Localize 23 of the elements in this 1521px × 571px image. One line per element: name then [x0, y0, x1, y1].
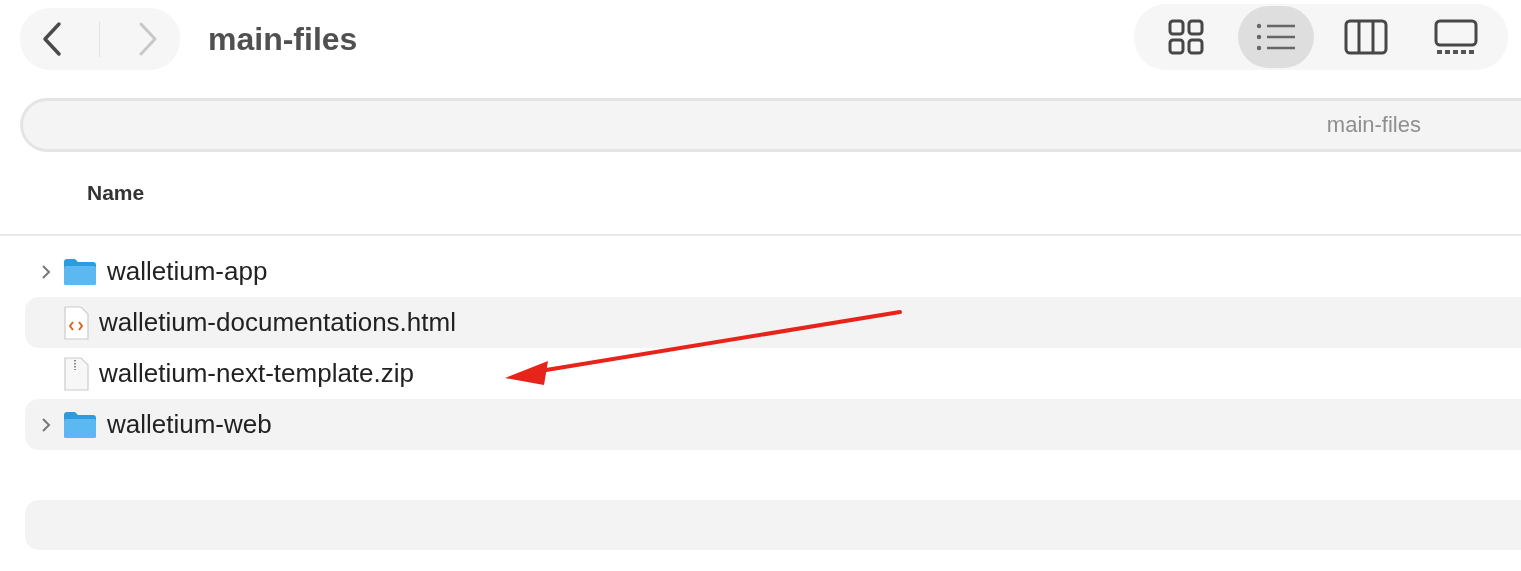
- list-icon: [1256, 22, 1296, 52]
- file-name: walletium-web: [107, 409, 272, 440]
- column-title: Name: [87, 181, 145, 205]
- folder-icon: [63, 257, 97, 286]
- chevron-icon[interactable]: [39, 416, 53, 433]
- file-row[interactable]: walletium-web: [25, 399, 1521, 450]
- column-header[interactable]: Name: [0, 152, 1521, 236]
- window-title: main-files: [208, 20, 359, 58]
- folder-icon: [63, 410, 97, 439]
- file-name: walletium-app: [107, 256, 268, 287]
- columns-icon: [1344, 19, 1388, 55]
- path-text: main-files: [1326, 112, 1421, 138]
- file-row[interactable]: walletium-next-template.zip: [25, 348, 1521, 399]
- file-row[interactable]: walletium-documentations.html: [25, 297, 1521, 348]
- file-name: walletium-documentations.html: [99, 307, 456, 338]
- code-file-icon: [63, 305, 89, 340]
- chevron-icon[interactable]: [39, 263, 53, 280]
- gallery-icon: [1434, 19, 1478, 55]
- file-row[interactable]: walletium-app: [25, 246, 1521, 297]
- file-name: walletium-next-template.zip: [99, 358, 414, 389]
- grid-icon: [1168, 19, 1204, 55]
- zip-file-icon: [63, 356, 89, 391]
- chevron-left-icon: [41, 21, 64, 57]
